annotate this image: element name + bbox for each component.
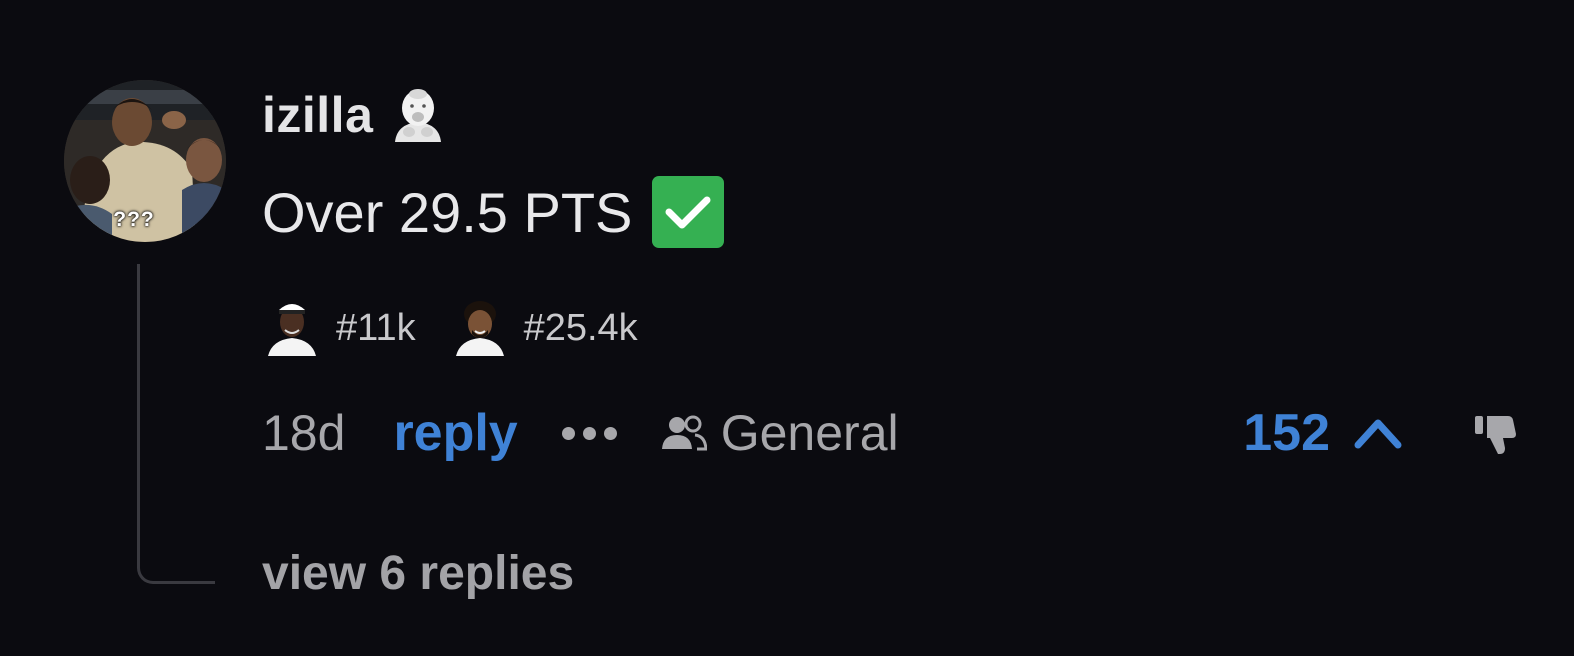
username[interactable]: izilla: [262, 86, 373, 144]
comment-card: ??? izilla Over 29.5 PTS #11k #25.4k 18d…: [0, 0, 1574, 656]
chevron-up-icon[interactable]: [1352, 413, 1404, 453]
vote-count: 152: [1243, 404, 1330, 462]
player-tag[interactable]: #25.4k: [454, 298, 638, 358]
thumbs-down-icon[interactable]: [1472, 408, 1522, 458]
timestamp: 18d: [262, 405, 346, 461]
player-headshot-icon: [454, 298, 506, 358]
comment-actions: 18d reply General 152: [262, 398, 1522, 468]
player-tags: #11k #25.4k: [266, 296, 676, 360]
users-icon: [661, 415, 707, 451]
player-tag-label: #11k: [336, 306, 416, 349]
reply-button[interactable]: reply: [393, 403, 517, 463]
player-headshot-icon: [266, 298, 318, 358]
comment-text: Over 29.5 PTS: [262, 180, 633, 244]
player-tag[interactable]: #11k: [266, 298, 416, 358]
community-label: General: [720, 405, 899, 461]
community-link[interactable]: General: [661, 404, 899, 462]
player-tag-label: #25.4k: [523, 306, 638, 349]
thread-line: [137, 264, 215, 584]
view-replies-link[interactable]: view 6 replies: [262, 546, 574, 601]
ellipsis-dot: [582, 426, 596, 440]
check-mark-button-icon: [652, 176, 725, 248]
ellipsis-dot: [603, 426, 617, 440]
vote-controls: 152: [1243, 403, 1522, 463]
comment-body: Over 29.5 PTS: [262, 172, 725, 252]
user-avatar[interactable]: ???: [64, 80, 226, 242]
comment-header: izilla: [262, 84, 447, 146]
ellipsis-icon[interactable]: [561, 426, 617, 440]
avatar-caption: ???: [113, 208, 155, 231]
ellipsis-dot: [561, 426, 575, 440]
baby-emoji-icon: [389, 86, 447, 144]
